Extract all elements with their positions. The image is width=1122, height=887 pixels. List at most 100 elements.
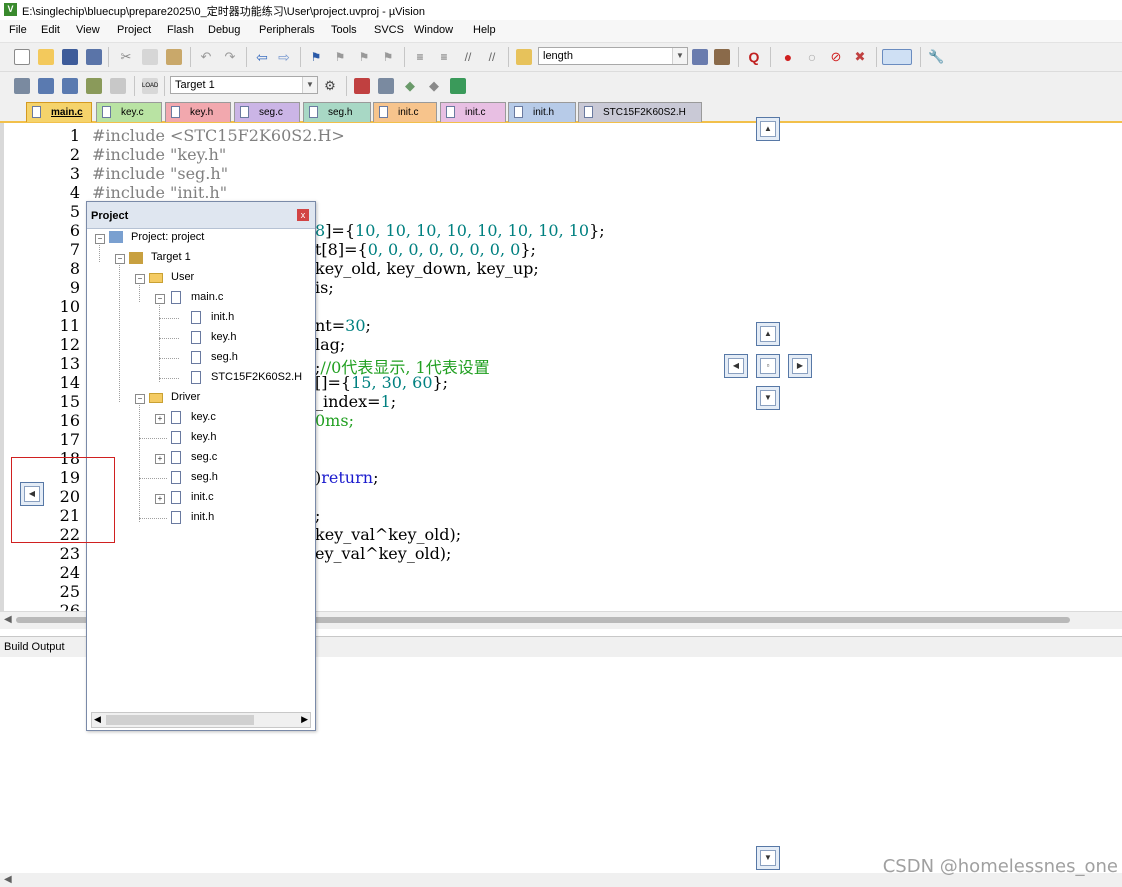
tab-init-c[interactable]: init.c bbox=[373, 102, 437, 122]
file-extensions-icon[interactable] bbox=[378, 78, 394, 94]
menu-window[interactable]: Window bbox=[414, 24, 453, 36]
dock-bottom-guide[interactable]: ▼ bbox=[756, 846, 780, 870]
window-layout-icon[interactable] bbox=[882, 49, 912, 65]
tree-file-main-c[interactable]: main.c bbox=[191, 291, 223, 303]
close-icon[interactable]: x bbox=[297, 209, 309, 221]
select-pack-icon[interactable]: ◆ bbox=[426, 78, 442, 94]
collapse-icon[interactable]: − bbox=[95, 234, 105, 244]
tab-key-h[interactable]: key.h bbox=[165, 102, 231, 122]
collapse-icon[interactable]: − bbox=[115, 254, 125, 264]
tree-file-key-h-driver[interactable]: key.h bbox=[191, 431, 216, 443]
project-panel-header[interactable]: Project x bbox=[87, 202, 315, 229]
menu-file[interactable]: File bbox=[9, 24, 27, 36]
uncomment-icon[interactable]: // bbox=[484, 49, 500, 65]
tab-seg-c[interactable]: seg.c bbox=[234, 102, 300, 122]
next-bookmark-icon[interactable]: ⚑ bbox=[356, 49, 372, 65]
build-icon[interactable] bbox=[38, 78, 54, 94]
breakpoint-icon[interactable]: ● bbox=[780, 49, 796, 65]
expand-icon[interactable]: + bbox=[155, 414, 165, 424]
stop-build-icon[interactable] bbox=[110, 78, 126, 94]
redo-icon[interactable]: ↷ bbox=[222, 49, 238, 65]
unindent-icon[interactable]: ≡ bbox=[436, 49, 452, 65]
collapse-icon[interactable]: − bbox=[135, 394, 145, 404]
batch-build-icon[interactable] bbox=[86, 78, 102, 94]
configure-icon[interactable]: 🔧 bbox=[928, 49, 944, 65]
scroll-left-icon[interactable]: ◀ bbox=[4, 874, 12, 885]
new-file-icon[interactable] bbox=[14, 49, 30, 65]
manage-rte-icon[interactable] bbox=[450, 78, 466, 94]
dock-center-right[interactable]: ▶ bbox=[788, 354, 812, 378]
undo-icon[interactable]: ↶ bbox=[198, 49, 214, 65]
tree-file-seg-c[interactable]: seg.c bbox=[191, 451, 217, 463]
dock-center-bottom[interactable]: ▼ bbox=[756, 386, 780, 410]
cut-icon[interactable]: ✂ bbox=[118, 49, 134, 65]
target-combo[interactable]: Target 1 ▼ bbox=[170, 76, 318, 94]
bookmark-icon[interactable]: ⚑ bbox=[308, 49, 324, 65]
menu-view[interactable]: View bbox=[76, 24, 100, 36]
open-folder-icon[interactable] bbox=[38, 49, 54, 65]
clear-bookmarks-icon[interactable]: ⚑ bbox=[380, 49, 396, 65]
find-combo[interactable]: length ▼ bbox=[538, 47, 688, 65]
tree-file-key-h[interactable]: key.h bbox=[211, 331, 236, 343]
tree-file-key-c[interactable]: key.c bbox=[191, 411, 216, 423]
dock-top-guide[interactable]: ▲ bbox=[756, 117, 780, 141]
rebuild-icon[interactable] bbox=[62, 78, 78, 94]
copy-icon[interactable] bbox=[142, 49, 158, 65]
tree-project-root[interactable]: Project: project bbox=[131, 231, 204, 243]
find-in-files-icon[interactable] bbox=[516, 49, 532, 65]
save-icon[interactable] bbox=[62, 49, 78, 65]
tree-group-driver[interactable]: Driver bbox=[171, 391, 200, 403]
scroll-left-icon[interactable]: ◀ bbox=[4, 614, 12, 625]
menu-edit[interactable]: Edit bbox=[41, 24, 60, 36]
expand-icon[interactable]: + bbox=[155, 494, 165, 504]
collapse-icon[interactable]: − bbox=[135, 274, 145, 284]
dock-center-left[interactable]: ◀ bbox=[724, 354, 748, 378]
nav-forward-icon[interactable]: ⇨ bbox=[276, 49, 292, 65]
comment-icon[interactable]: // bbox=[460, 49, 476, 65]
paste-icon[interactable] bbox=[166, 49, 182, 65]
pack-installer-icon[interactable]: ◆ bbox=[402, 78, 418, 94]
tree-file-stc15f2k60s2-h[interactable]: STC15F2K60S2.H bbox=[211, 371, 302, 383]
tab-key-c[interactable]: key.c bbox=[96, 102, 162, 122]
incremental-find-icon[interactable] bbox=[714, 49, 730, 65]
find-icon[interactable] bbox=[692, 49, 708, 65]
collapse-icon[interactable]: − bbox=[155, 294, 165, 304]
scroll-right-icon[interactable]: ▶ bbox=[301, 714, 308, 725]
chevron-down-icon[interactable]: ▼ bbox=[672, 48, 687, 64]
menu-debug[interactable]: Debug bbox=[208, 24, 240, 36]
disable-all-breakpoints-icon[interactable]: ⊘ bbox=[828, 49, 844, 65]
tab-stc15f2k60s2-h[interactable]: STC15F2K60S2.H bbox=[578, 102, 702, 122]
disable-breakpoint-icon[interactable]: ○ bbox=[804, 49, 820, 65]
debug-start-icon[interactable]: Q bbox=[746, 49, 762, 65]
dock-center-tab[interactable]: ▫ bbox=[756, 354, 780, 378]
scroll-left-icon[interactable]: ◀ bbox=[94, 714, 101, 725]
load-icon[interactable]: LOAD bbox=[142, 78, 158, 94]
tree-file-init-h[interactable]: init.h bbox=[211, 311, 234, 323]
menu-project[interactable]: Project bbox=[117, 24, 151, 36]
menu-help[interactable]: Help bbox=[473, 24, 496, 36]
menu-flash[interactable]: Flash bbox=[167, 24, 194, 36]
project-panel[interactable]: Project x − Project: project − Target 1 … bbox=[86, 201, 316, 731]
tab-seg-h[interactable]: seg.h bbox=[303, 102, 371, 122]
project-horizontal-scrollbar[interactable]: ◀ ▶ bbox=[91, 712, 311, 728]
translate-icon[interactable] bbox=[14, 78, 30, 94]
tab-init-h[interactable]: init.h bbox=[508, 102, 576, 122]
save-all-icon[interactable] bbox=[86, 49, 102, 65]
tree-file-init-h-driver[interactable]: init.h bbox=[191, 511, 214, 523]
indent-icon[interactable]: ≡ bbox=[412, 49, 428, 65]
dock-center-top[interactable]: ▲ bbox=[756, 322, 780, 346]
tree-file-init-c[interactable]: init.c bbox=[191, 491, 214, 503]
menu-svcs[interactable]: SVCS bbox=[374, 24, 404, 36]
kill-all-breakpoints-icon[interactable]: ✖ bbox=[852, 49, 868, 65]
tree-file-seg-h[interactable]: seg.h bbox=[211, 351, 238, 363]
tree-file-seg-h-driver[interactable]: seg.h bbox=[191, 471, 218, 483]
tree-group-user[interactable]: User bbox=[171, 271, 194, 283]
tree-target[interactable]: Target 1 bbox=[151, 251, 191, 263]
nav-back-icon[interactable]: ⇦ bbox=[254, 49, 270, 65]
menu-peripherals[interactable]: Peripherals bbox=[259, 24, 315, 36]
expand-icon[interactable]: + bbox=[155, 454, 165, 464]
target-options-icon[interactable]: ⚙ bbox=[322, 78, 338, 94]
prev-bookmark-icon[interactable]: ⚑ bbox=[332, 49, 348, 65]
menu-tools[interactable]: Tools bbox=[331, 24, 357, 36]
manage-components-icon[interactable] bbox=[354, 78, 370, 94]
